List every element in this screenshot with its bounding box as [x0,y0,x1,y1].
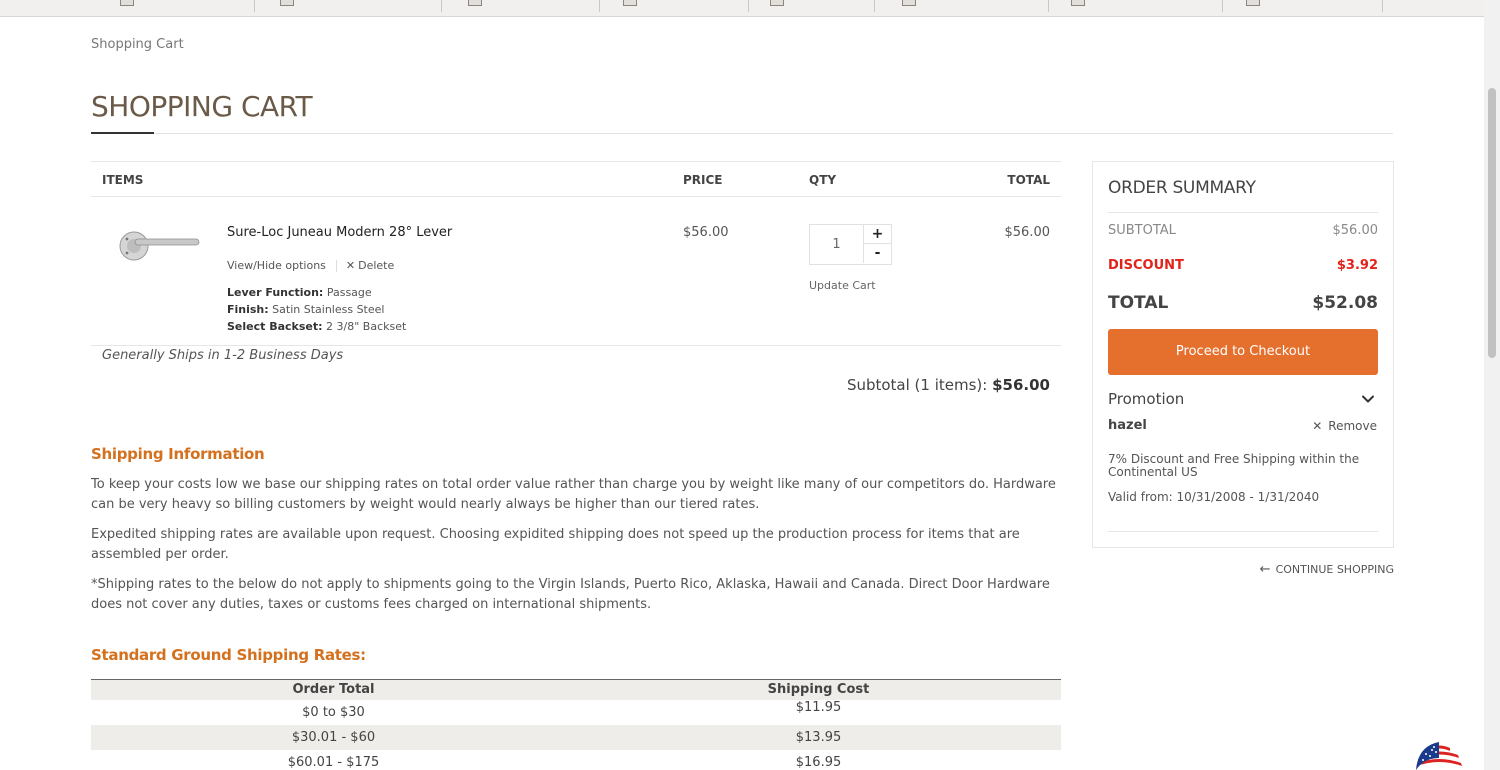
remove-x-icon[interactable]: ✕ [1312,419,1322,433]
summary-divider [1108,531,1378,532]
category-icon[interactable] [280,0,294,6]
rate-order-range: $30.01 - $60 [291,730,376,745]
category-icon[interactable] [623,0,637,6]
cart-item-row: Sure-Loc Juneau Modern 28° Lever View/Hi… [91,197,1061,346]
header-total: TOTAL [1007,173,1050,187]
summary-total-value: $52.08 [1312,293,1378,313]
header-items: ITEMS [102,173,144,187]
rate-cost: $11.95 [795,700,842,715]
promo-validity: Valid from: 10/31/2008 - 1/31/2040 [1108,490,1320,504]
applied-promo-code: hazel [1108,418,1147,433]
rates-col-order-total: Order Total [292,682,375,697]
summary-discount-value: $3.92 [1336,258,1378,273]
promo-description: 7% Discount and Free Shipping within the… [1108,452,1360,479]
arrow-left-icon: ← [1259,562,1271,577]
summary-discount-label: DISCOUNT [1108,258,1184,273]
breadcrumb[interactable]: Shopping Cart [91,37,184,52]
nav-divider [1382,0,1383,12]
shipping-information-section: Shipping Information To keep your costs … [91,445,1061,625]
option-lever-function: Lever Function: Passage [227,286,372,299]
rates-header-row: Order Total Shipping Cost [91,680,1061,700]
item-price: $56.00 [683,225,729,240]
nav-divider [1048,0,1049,12]
quantity-input[interactable]: 1 [810,225,863,264]
header-qty: QTY [809,173,837,187]
delete-link[interactable]: Delete [358,259,394,272]
category-icon[interactable] [1246,0,1260,6]
product-thumbnail[interactable] [117,225,201,267]
table-row: $60.01 - $175 $16.95 [91,750,1061,770]
summary-total-label: TOTAL [1108,293,1169,313]
us-flag-icon[interactable] [1414,740,1464,770]
shipping-paragraph: Expedited shipping rates are available u… [91,527,1020,562]
cart-header-row: ITEMS PRICE QTY TOTAL [91,161,1061,197]
category-icon[interactable] [120,0,134,6]
chevron-down-icon[interactable] [1360,391,1376,407]
shipping-paragraph: *Shipping rates to the below do not appl… [91,577,1050,612]
shipping-info-heading: Shipping Information [91,445,265,463]
category-icon[interactable] [1071,0,1085,6]
shipping-paragraph: To keep your costs low we base our shipp… [91,477,1056,512]
order-summary-title: ORDER SUMMARY [1108,178,1256,198]
table-row: $0 to $30 $11.95 [91,700,1061,725]
scrollbar-thumb[interactable] [1488,88,1496,358]
cart-subtotal: Subtotal (1 items): $56.00 [846,376,1050,394]
shipping-rates-table: Order Total Shipping Cost $0 to $30 $11.… [91,679,1061,770]
item-line-total: $56.00 [1004,225,1051,240]
top-category-nav [0,0,1484,17]
header-price: PRICE [683,173,723,187]
rate-cost: $16.95 [795,755,842,770]
shipping-estimate-note: Generally Ships in 1-2 Business Days [102,348,344,363]
rate-cost: $13.95 [795,730,842,745]
proceed-to-checkout-button[interactable]: Proceed to Checkout [1108,329,1378,375]
nav-divider [748,0,749,12]
delete-x-icon[interactable]: ✕ [346,259,355,272]
remove-promo-link[interactable]: ✕ Remove [1312,419,1377,433]
shipping-rates-heading: Standard Ground Shipping Rates: [91,646,366,664]
quantity-decrease-button[interactable]: - [863,244,891,263]
view-hide-options-link[interactable]: View/Hide options [227,259,326,272]
option-backset: Select Backset: 2 3/8" Backset [227,320,407,333]
summary-subtotal-value: $56.00 [1332,223,1379,238]
cart-table: ITEMS PRICE QTY TOTAL Sure-Loc Juneau Mo… [91,161,1061,394]
page-title: SHOPPING CART [91,90,313,123]
item-actions: View/Hide options ✕ Delete [227,259,394,272]
item-options: Lever Function: Passage Finish: Satin St… [227,284,406,335]
page-scrollbar[interactable] [1484,0,1500,770]
rate-order-range: $60.01 - $175 [287,755,380,770]
nav-divider [874,0,875,12]
quantity-stepper: 1 + - [809,224,892,265]
summary-divider [1108,212,1378,213]
option-finish: Finish: Satin Stainless Steel [227,303,385,316]
summary-subtotal-label: SUBTOTAL [1108,223,1176,238]
update-cart-link[interactable]: Update Cart [809,279,876,292]
rate-order-range: $0 to $30 [302,705,365,720]
quantity-increase-button[interactable]: + [863,225,891,244]
category-icon[interactable] [770,0,784,6]
title-divider [91,133,1393,134]
nav-divider [254,0,255,12]
category-icon[interactable] [468,0,482,6]
nav-divider [1222,0,1223,12]
order-summary-panel: ORDER SUMMARY SUBTOTAL $56.00 DISCOUNT $… [1092,161,1394,548]
promotion-heading[interactable]: Promotion [1108,390,1184,408]
title-accent-bar [91,132,154,134]
category-icon[interactable] [902,0,916,6]
nav-divider [441,0,442,12]
nav-divider [599,0,600,12]
product-name[interactable]: Sure-Loc Juneau Modern 28° Lever [227,225,452,240]
continue-shopping-link[interactable]: ← CONTINUE SHOPPING [1260,562,1394,577]
table-row: $30.01 - $60 $13.95 [91,725,1061,750]
rates-col-shipping-cost: Shipping Cost [767,682,870,697]
link-divider [335,260,337,272]
